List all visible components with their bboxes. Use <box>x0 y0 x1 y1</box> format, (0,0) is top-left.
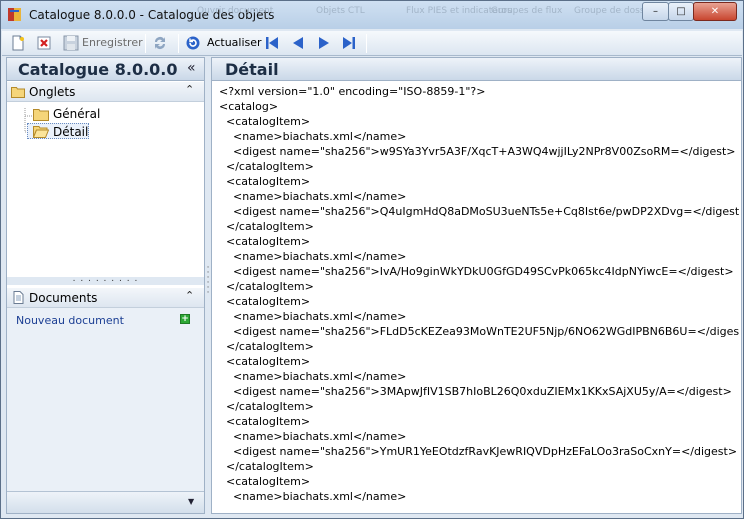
xml-line: <digest name="sha256">YmUR1YeEOtdzfRavKJ… <box>219 445 738 458</box>
xml-line: <catalogItem> <box>219 355 311 368</box>
section-splitter[interactable]: . . . . . . . . . <box>7 275 204 285</box>
xml-line: <catalogItem> <box>219 235 311 248</box>
xml-line: <digest name="sha256">3MApwJfIV1SB7hIoBL… <box>219 385 732 398</box>
xml-line: <digest name="sha256">IvA/Ho9ginWkYDkU0G… <box>219 265 734 278</box>
tabs-tree: Général Détail <box>7 102 204 277</box>
folder-icon <box>11 87 25 98</box>
xml-line: <name>biachats.xml</name> <box>219 250 407 263</box>
next-icon[interactable] <box>316 35 332 51</box>
new-icon[interactable] <box>10 35 26 51</box>
navigation-panel: Catalogue 8.0.0.0 « Onglets ⌃︎ Général D… <box>6 57 205 514</box>
xml-line: <catalogItem> <box>219 295 311 308</box>
toolbar-separator <box>366 34 367 53</box>
xml-line: <catalogItem> <box>219 415 311 428</box>
first-icon[interactable] <box>264 35 280 51</box>
ghost-text: Objets CTL <box>316 6 365 16</box>
xml-line: </catalogItem> <box>219 220 314 233</box>
title-bar[interactable]: Catalogue 8.0.0.0 - Catalogue des objets… <box>1 1 743 29</box>
toolbar: Enregistrer Actualiser <box>2 31 742 56</box>
tabs-section-title: Onglets <box>29 85 76 99</box>
xml-line: <name>biachats.xml</name> <box>219 310 407 323</box>
tree-item-label: Détail <box>53 125 89 139</box>
minimize-button[interactable]: – <box>642 2 669 21</box>
ghost-text: Groupes de flux <box>491 6 563 16</box>
app-icon <box>8 8 21 21</box>
panel-splitter[interactable]: · · · · · · <box>206 264 210 298</box>
folder-icon <box>33 109 49 121</box>
chevron-up-icon[interactable]: ⌃︎ <box>185 289 194 302</box>
refresh-button-label[interactable]: Actualiser <box>207 34 262 52</box>
xml-line: </catalogItem> <box>219 340 314 353</box>
save-button-label[interactable]: Enregistrer <box>82 34 143 52</box>
xml-line: <name>biachats.xml</name> <box>219 130 407 143</box>
application-window: Catalogue 8.0.0.0 - Catalogue des objets… <box>0 0 744 519</box>
navigation-panel-footer: ▼ <box>7 491 204 513</box>
documents-section-header[interactable]: Documents ⌃︎ <box>7 288 204 308</box>
xml-line: <catalogItem> <box>219 475 311 488</box>
tree-item-detail[interactable]: Détail <box>27 123 89 139</box>
tabs-section-header[interactable]: Onglets ⌃︎ <box>7 82 204 102</box>
xml-content[interactable]: <?xml version="1.0" encoding="ISO-8859-1… <box>219 84 739 512</box>
new-document-link[interactable]: Nouveau document <box>16 314 124 327</box>
detail-panel-header: Détail <box>212 58 741 81</box>
xml-line: <name>biachats.xml</name> <box>219 370 407 383</box>
documents-section-body: Nouveau document + <box>7 308 204 491</box>
chevron-up-icon[interactable]: ⌃︎ <box>185 83 194 96</box>
xml-line: <digest name="sha256">FLdD5cKEZea93MoWnT… <box>219 325 739 338</box>
add-icon[interactable]: + <box>180 314 190 324</box>
detail-panel-title: Détail <box>225 60 279 79</box>
toolbar-separator <box>145 34 146 53</box>
xml-line: <?xml version="1.0" encoding="ISO-8859-1… <box>219 85 486 98</box>
collapse-panel-button[interactable]: « <box>187 60 196 76</box>
last-icon[interactable] <box>341 35 357 51</box>
delete-icon[interactable] <box>36 35 52 51</box>
chevron-down-icon[interactable]: ▼ <box>188 497 194 506</box>
xml-line: </catalogItem> <box>219 160 314 173</box>
navigation-panel-header: Catalogue 8.0.0.0 « <box>7 58 204 81</box>
sync-icon[interactable] <box>152 35 168 51</box>
xml-line: <catalogItem> <box>219 115 311 128</box>
toolbar-separator <box>178 34 179 53</box>
close-button[interactable]: ✕ <box>693 2 737 21</box>
tree-item-label: Général <box>53 107 101 121</box>
xml-line: </catalogItem> <box>219 460 314 473</box>
xml-line: <name>biachats.xml</name> <box>219 190 407 203</box>
documents-section-title: Documents <box>29 291 98 305</box>
xml-line: <catalog> <box>219 100 279 113</box>
xml-line: <digest name="sha256">Q4uIgmHdQ8aDMoSU3u… <box>219 205 739 218</box>
xml-line: </catalogItem> <box>219 280 314 293</box>
document-icon <box>13 291 24 304</box>
open-folder-icon <box>33 126 49 138</box>
xml-line: <name>biachats.xml</name> <box>219 490 407 503</box>
navigation-panel-title: Catalogue 8.0.0.0 <box>18 60 178 79</box>
save-icon[interactable] <box>63 35 79 51</box>
xml-line: <digest name="sha256">w9SYa3Yvr5A3F/XqcT… <box>219 145 736 158</box>
refresh-icon[interactable] <box>185 35 201 51</box>
xml-line: <catalogItem> <box>219 175 311 188</box>
ghost-text: Ouvrir document <box>197 6 274 16</box>
xml-line: </catalogItem> <box>219 400 314 413</box>
maximize-button[interactable]: □ <box>668 2 694 21</box>
prev-icon[interactable] <box>290 35 306 51</box>
xml-line: <name>biachats.xml</name> <box>219 430 407 443</box>
detail-panel: Détail <?xml version="1.0" encoding="ISO… <box>211 57 742 514</box>
